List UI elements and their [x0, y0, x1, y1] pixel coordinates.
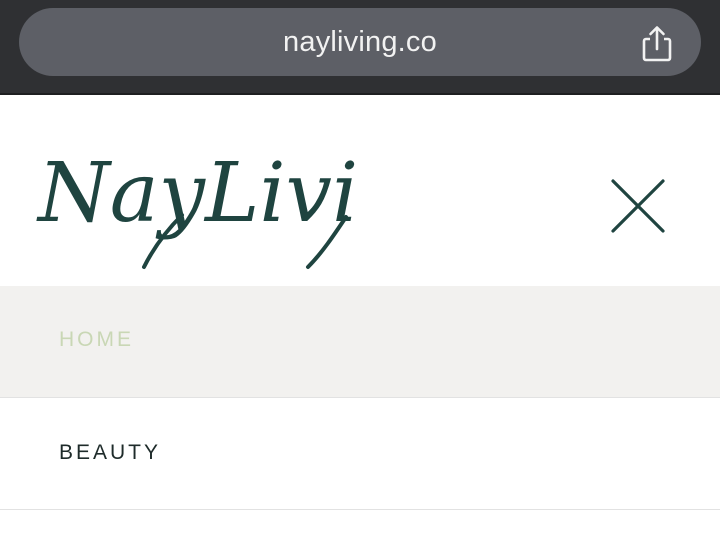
logo-text: NayLiving: [36, 146, 364, 241]
nav-item-beauty[interactable]: BEAUTY: [0, 398, 720, 510]
nav-item-home[interactable]: HOME: [0, 286, 720, 398]
close-icon[interactable]: [605, 173, 671, 239]
site-logo[interactable]: NayLiving: [34, 123, 464, 273]
share-icon[interactable]: [639, 24, 675, 64]
address-bar[interactable]: nayliving.co: [19, 8, 701, 76]
url-text[interactable]: nayliving.co: [19, 8, 701, 76]
site-header: NayLiving: [0, 95, 720, 286]
nav-item-home-label: HOME: [59, 328, 134, 351]
browser-toolbar: nayliving.co: [0, 0, 720, 95]
nav-item-beauty-label: BEAUTY: [59, 441, 162, 464]
